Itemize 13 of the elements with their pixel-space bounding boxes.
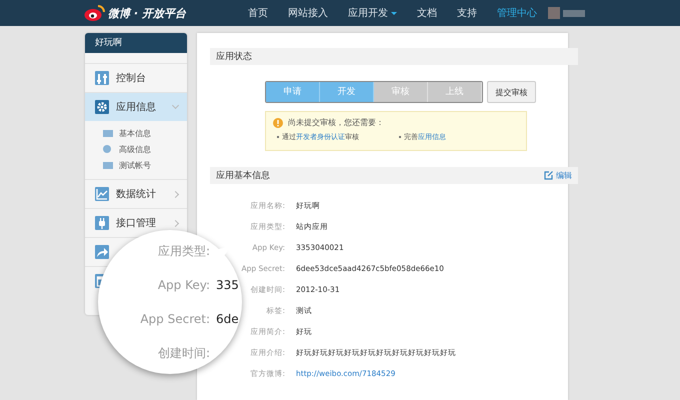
field-label: App Secret:	[140, 312, 210, 326]
field-value: 335	[216, 278, 239, 292]
notice-text: 尚未提交审核，您还需要：	[288, 117, 384, 128]
progress-step: 开发	[320, 82, 374, 102]
section-title: 应用状态	[216, 50, 252, 63]
field-label: 应用类型:	[158, 244, 210, 258]
sidebar-title: 好玩啊	[85, 33, 187, 53]
field-label: App Key:	[158, 278, 210, 292]
progress-step: 申请	[266, 82, 320, 102]
section-title: 应用基本信息	[216, 170, 270, 182]
field-value: 6de	[216, 312, 239, 326]
logo-text: 微博 · 开放平台	[108, 6, 186, 20]
field-label: 创建时间:	[158, 346, 210, 360]
